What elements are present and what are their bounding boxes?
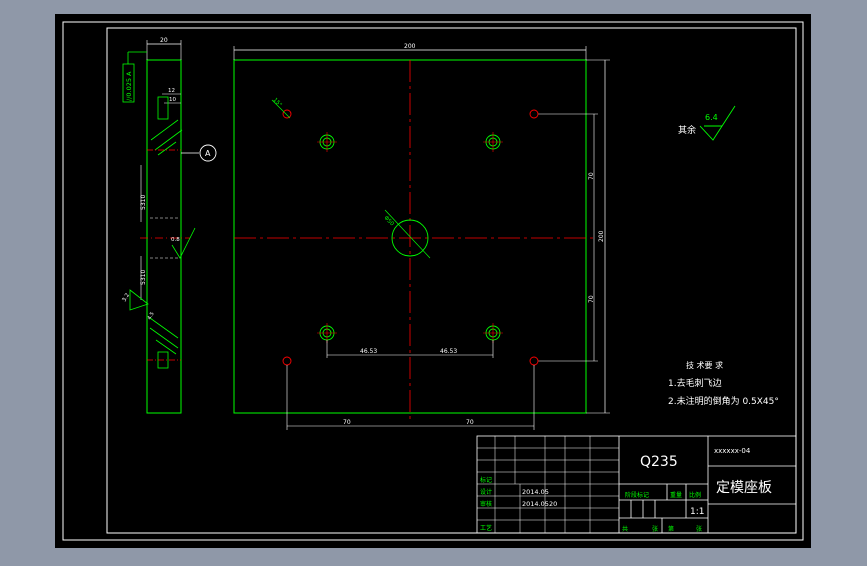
part-name: 定模座板 (716, 480, 772, 496)
header-stage-mark: 阶段标记 (625, 491, 649, 499)
row-label-process: 工艺 (480, 524, 492, 532)
roughness-mid-value: 0.8 (171, 237, 180, 243)
sheet-label-unit1: 张 (652, 525, 658, 533)
drawing-code: xxxxxx-04 (714, 447, 751, 455)
header-scale: 比例 (689, 491, 701, 499)
sheet-label-no: 第 (668, 525, 674, 533)
front-dim-height: 200 (598, 230, 605, 242)
front-dim-70-upper: 70 (588, 172, 595, 180)
front-dim-bottom-left: 70 (343, 419, 351, 426)
side-dim-top: 20 (160, 37, 168, 44)
header-weight: 重量 (670, 491, 682, 499)
tech-requirement-1: 1.去毛刺飞边 (668, 377, 722, 389)
tech-requirements-title: 技 术要 求 (686, 360, 723, 370)
side-dim-12: 12 (168, 88, 175, 94)
front-dim-hole-left: 46.53 (360, 348, 377, 355)
cad-viewport: 20 //0.025 A 12 10 A 5310 5310 0.8 3.2 4… (0, 0, 867, 562)
row-label-mark: 标记 (480, 476, 492, 484)
date-2: 2014.05 (522, 500, 549, 508)
row-label-design: 设计 (480, 488, 492, 496)
date-2b: 20 (549, 500, 557, 508)
thread-upper-label: 5310 (140, 195, 147, 210)
scale-value: 1:1 (690, 507, 704, 517)
tech-requirement-2: 2.未注明的倒角为 0.5X45° (668, 395, 779, 407)
side-dim-10: 10 (169, 97, 176, 103)
roughness-other-label: 其余 (678, 124, 696, 136)
datum-a-label: A (205, 149, 211, 158)
front-dim-bottom-right: 70 (466, 419, 474, 426)
front-dim-width: 200 (404, 43, 416, 50)
drawing-canvas: 20 //0.025 A 12 10 A 5310 5310 0.8 3.2 4… (55, 14, 811, 548)
sheet-label-unit2: 张 (696, 525, 702, 533)
material-label: Q235 (640, 454, 678, 470)
row-label-review: 审核 (480, 500, 492, 508)
thread-lower-label: 5310 (140, 270, 147, 285)
tolerance-text: //0.025 A (125, 71, 133, 101)
date-1: 2014.05 (522, 488, 549, 496)
roughness-other-value: 6.4 (705, 113, 718, 122)
front-dim-70-lower: 70 (588, 295, 595, 303)
front-dim-hole-right: 46.53 (440, 348, 457, 355)
sheet-label-total: 共 (622, 525, 628, 533)
